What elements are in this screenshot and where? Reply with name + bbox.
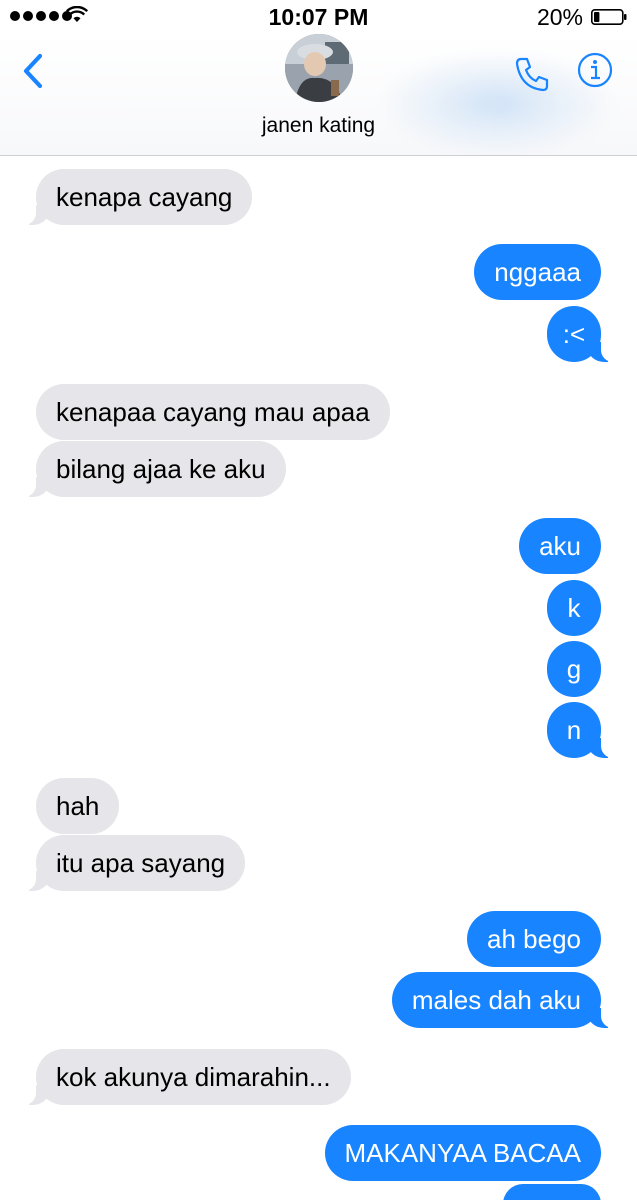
message-sent: MAKANYAA BACAA <box>324 1125 601 1181</box>
message-bubble[interactable]: kenapaa cayang mau apaa <box>36 384 390 440</box>
message-sent: ah bego <box>467 911 601 967</box>
message-sent: :< <box>547 306 613 362</box>
conversation-header: janen kating <box>0 34 637 156</box>
message-bubble[interactable]: kenapa cayang <box>23 169 253 225</box>
message-bubble[interactable]: males dah aku <box>391 972 614 1028</box>
message-bubble[interactable]: :< <box>547 306 613 362</box>
phone-icon[interactable] <box>512 54 552 94</box>
message-bubble[interactable]: kok akunya dimarahin... <box>24 1049 351 1105</box>
message-bubble[interactable]: MAKANYAA BACAA <box>324 1125 601 1181</box>
message-received: kok akunya dimarahin... <box>24 1049 351 1105</box>
message-list[interactable]: kenapa cayang nggaaa :< kenapaa cayang m… <box>0 156 637 1200</box>
contact-name[interactable]: janen kating <box>0 114 637 138</box>
contact-avatar[interactable] <box>285 34 353 102</box>
message-bubble[interactable]: k <box>547 580 601 636</box>
message-received: bilang ajaa ke aku <box>24 441 286 497</box>
message-sent: k <box>547 580 601 636</box>
message-received: kenapaa cayang mau apaa <box>36 384 390 440</box>
message-sent: males dah aku <box>391 972 614 1028</box>
message-received: itu apa sayang <box>23 835 246 891</box>
message-sent: nggaaa <box>474 244 601 300</box>
message-bubble[interactable]: bilang ajaa ke aku <box>24 441 286 497</box>
battery-percentage: 20% <box>536 4 583 30</box>
message-sent: g <box>547 641 601 697</box>
chevron-left-icon[interactable] <box>20 50 48 92</box>
message-bubble[interactable]: itu apa sayang <box>23 835 246 891</box>
message-bubble[interactable]: ah bego <box>467 911 601 967</box>
status-bar: 10:07 PM 20% <box>0 0 637 34</box>
battery-icon <box>591 9 627 25</box>
message-bubble[interactable]: g <box>547 641 601 697</box>
message-bubble[interactable]: nggaaa <box>474 244 601 300</box>
message-bubble[interactable]: aku <box>519 518 601 574</box>
message-bubble-partial[interactable] <box>503 1184 601 1200</box>
message-bubble[interactable]: n <box>547 702 613 758</box>
message-received: hah <box>36 778 120 834</box>
message-sent: n <box>547 702 613 758</box>
message-received: kenapa cayang <box>23 169 253 225</box>
info-icon[interactable] <box>577 52 613 88</box>
message-bubble[interactable]: hah <box>36 778 120 834</box>
message-sent: aku <box>519 518 601 574</box>
